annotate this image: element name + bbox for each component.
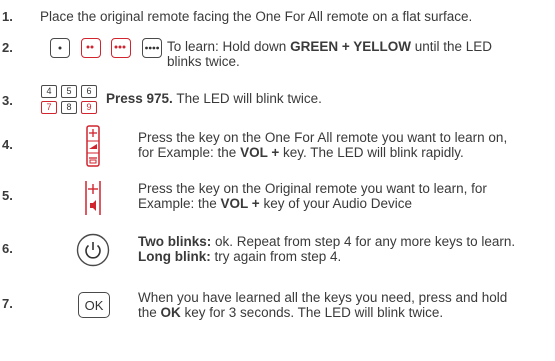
step-number: 2. bbox=[2, 40, 13, 55]
key-5: 5 bbox=[61, 85, 77, 98]
step-text: Press the key on the One For All remote … bbox=[138, 130, 508, 160]
power-icon bbox=[76, 233, 110, 267]
step-text: Place the original remote facing the One… bbox=[40, 9, 473, 24]
key-4: 4 bbox=[41, 85, 57, 98]
step-number: 5. bbox=[2, 188, 13, 203]
two-dot-key-icon bbox=[81, 38, 101, 58]
step-text: Press 975. The LED will blink twice. bbox=[106, 91, 322, 106]
step-number: 6. bbox=[2, 241, 13, 256]
four-dot-key-icon bbox=[142, 38, 162, 58]
number-keypad: 4 5 6 7 8 9 bbox=[41, 85, 101, 115]
step-text: Two blinks: ok. Repeat from step 4 for a… bbox=[138, 234, 516, 264]
step-text: Press the key on the Original remote you… bbox=[138, 181, 487, 211]
step-number: 7. bbox=[2, 296, 13, 311]
volume-rocker-icon bbox=[86, 125, 100, 167]
key-8: 8 bbox=[61, 101, 77, 114]
key-9: 9 bbox=[81, 101, 97, 114]
three-dot-key-icon bbox=[111, 38, 131, 58]
ok-key-icon: OK bbox=[78, 292, 110, 318]
step-number: 1. bbox=[2, 9, 13, 24]
step-number: 3. bbox=[2, 93, 13, 108]
key-6: 6 bbox=[81, 85, 97, 98]
step-number: 4. bbox=[2, 137, 13, 152]
key-7: 7 bbox=[41, 101, 57, 114]
step-text: When you have learned all the keys you n… bbox=[138, 290, 508, 320]
one-dot-key-icon bbox=[50, 38, 70, 58]
volume-up-key-icon bbox=[85, 181, 101, 215]
step-text: To learn: Hold down GREEN + YELLOW until… bbox=[167, 39, 493, 69]
